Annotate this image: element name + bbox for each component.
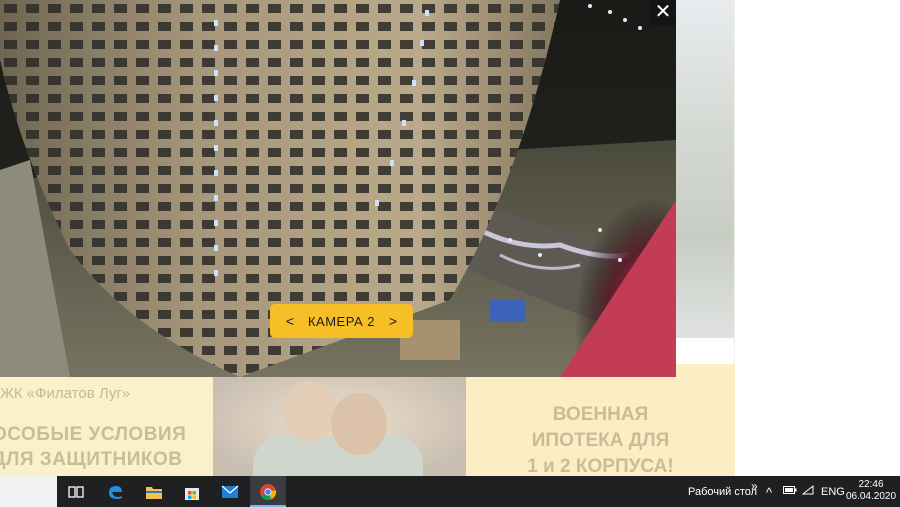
- promo-banner-text-block: ЖК «Филатов Луг» ОСОБЫЕ УСЛОВИЯ ДЛЯ ЗАЩИ…: [0, 364, 213, 476]
- banner-headline: ОСОБЫЕ УСЛОВИЯ ДЛЯ ЗАЩИТНИКОВ: [0, 424, 187, 470]
- toolbar-overflow-chevron[interactable]: »: [751, 479, 758, 493]
- file-explorer-icon[interactable]: [136, 476, 172, 507]
- close-modal-button[interactable]: ✕: [650, 0, 676, 26]
- background-divider: [676, 338, 734, 364]
- close-icon: ✕: [654, 1, 672, 23]
- windows-taskbar: Рабочий стол » ^ ENG 22:46 06.04.2020: [0, 476, 900, 507]
- next-camera-button[interactable]: >: [387, 313, 399, 329]
- photo-face-man: [331, 393, 387, 455]
- clock-time: 22:46: [858, 479, 884, 490]
- banner-offer-text: ВОЕННАЯ ИПОТЕКА ДЛЯ 1 и 2 КОРПУСА!: [527, 404, 674, 477]
- banner-caption: ЖК «Филатов Луг»: [0, 385, 131, 402]
- taskbar-search-box[interactable]: [0, 476, 57, 507]
- camera-modal: ✕ < КАМЕРА 2 >: [0, 0, 676, 377]
- camera-label: КАМЕРА 2: [307, 313, 376, 329]
- system-clock[interactable]: 22:46 06.04.2020: [845, 479, 897, 503]
- photo-face-woman: [283, 381, 337, 441]
- language-indicator[interactable]: ENG: [821, 486, 845, 498]
- store-icon[interactable]: [174, 476, 210, 507]
- desktop-toolbar-label[interactable]: Рабочий стол: [688, 486, 757, 498]
- mail-icon[interactable]: [212, 476, 248, 507]
- edge-icon[interactable]: [97, 476, 133, 507]
- camera-switcher: < КАМЕРА 2 >: [270, 304, 413, 338]
- promo-banner[interactable]: ЖК «Филатов Луг» ОСОБЫЕ УСЛОВИЯ ДЛЯ ЗАЩИ…: [0, 364, 735, 477]
- background-photo: [676, 0, 734, 338]
- banner-offer-block: ВОЕННАЯ ИПОТЕКА ДЛЯ 1 и 2 КОРПУСА!: [466, 364, 735, 477]
- clock-date: 06.04.2020: [845, 491, 897, 502]
- chrome-icon[interactable]: [250, 476, 286, 507]
- show-hidden-icons-arrow[interactable]: ^: [766, 485, 772, 500]
- task-view-icon[interactable]: [58, 476, 94, 507]
- wifi-icon[interactable]: [801, 484, 814, 498]
- previous-camera-button[interactable]: <: [284, 313, 296, 329]
- battery-icon[interactable]: [783, 485, 797, 498]
- banner-family-photo: [213, 377, 466, 476]
